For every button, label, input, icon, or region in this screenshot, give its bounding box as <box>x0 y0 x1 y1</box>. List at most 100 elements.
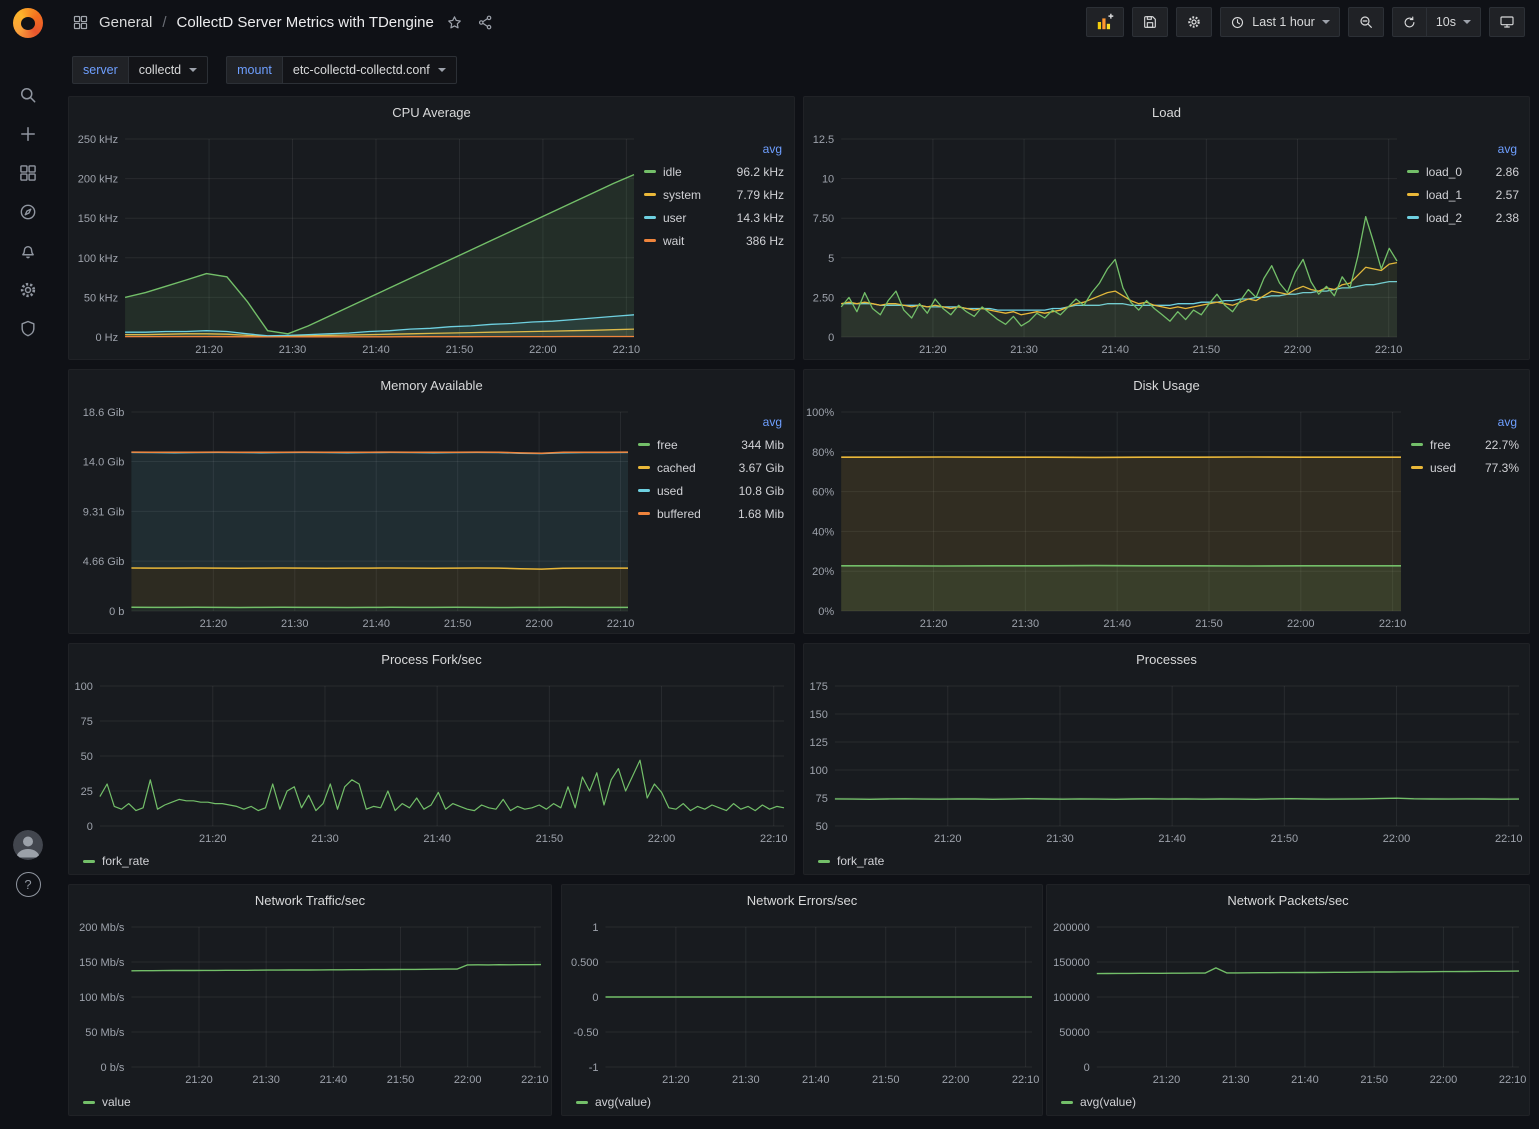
panel-process-fork-sec: Process Fork/sec21:2021:3021:4021:5022:0… <box>68 643 795 875</box>
variable-mount-dropdown[interactable]: etc-collectd-collectd.conf <box>282 56 457 84</box>
time-series-chart[interactable]: 21:2021:3021:4021:5022:0022:105075100125… <box>804 676 1529 848</box>
add-panel-button[interactable] <box>1086 7 1124 37</box>
share-dashboard-button[interactable] <box>475 12 496 33</box>
time-series-chart[interactable]: 21:2021:3021:4021:5022:0022:10-1-0.5000.… <box>562 917 1042 1089</box>
legend-series-name[interactable]: value <box>102 1095 131 1109</box>
panel-body: 21:2021:3021:4021:5022:0022:100500001000… <box>1047 917 1529 1115</box>
legend-series-name[interactable]: used <box>657 484 683 498</box>
legend-series-name[interactable]: system <box>663 188 701 202</box>
legend-series-name[interactable]: avg(value) <box>1080 1095 1136 1109</box>
panel-title[interactable]: Load <box>804 97 1529 129</box>
panel-title[interactable]: Network Errors/sec <box>562 885 1042 917</box>
time-series-chart[interactable]: 21:2021:3021:4021:5022:0022:100255075100 <box>69 676 794 848</box>
svg-text:21:20: 21:20 <box>662 1074 690 1086</box>
sidebar-search-button[interactable] <box>18 85 38 105</box>
time-series-chart[interactable]: 21:2021:3021:4021:5022:0022:100 b/s50 Mb… <box>69 917 551 1089</box>
save-dashboard-button[interactable] <box>1132 7 1168 37</box>
svg-text:22:10: 22:10 <box>613 344 641 356</box>
time-series-chart[interactable]: 21:2021:3021:4021:5022:0022:100 Hz50 kHz… <box>69 129 644 359</box>
variable-server: server collectd <box>72 56 208 84</box>
panel-body: 21:2021:3021:4021:5022:0022:1002.5057.50… <box>804 129 1529 359</box>
breadcrumb-section[interactable]: General <box>99 14 152 31</box>
legend-series-name[interactable]: load_0 <box>1426 165 1462 179</box>
panel-title[interactable]: Disk Usage <box>804 370 1529 402</box>
legend-series-name[interactable]: used <box>1430 461 1456 475</box>
refresh-button[interactable] <box>1392 7 1427 37</box>
time-range-picker[interactable]: Last 1 hour <box>1220 7 1340 37</box>
panel-title[interactable]: Processes <box>804 644 1529 676</box>
panel-title[interactable]: Network Traffic/sec <box>69 885 551 917</box>
cycle-view-button[interactable] <box>1489 7 1525 37</box>
time-series-chart[interactable]: 21:2021:3021:4021:5022:0022:100500001000… <box>1047 917 1529 1089</box>
svg-text:22:10: 22:10 <box>1012 1074 1040 1086</box>
legend-series-name[interactable]: cached <box>657 461 696 475</box>
time-series-chart[interactable]: 21:2021:3021:4021:5022:0022:100 b4.66 Gi… <box>69 402 638 633</box>
svg-text:22:10: 22:10 <box>760 833 788 845</box>
legend-series-name[interactable]: avg(value) <box>595 1095 651 1109</box>
panel-cpu-average: CPU Average21:2021:3021:4021:5022:0022:1… <box>68 96 795 360</box>
search-icon <box>18 85 38 105</box>
svg-text:0 b: 0 b <box>109 606 124 618</box>
legend-series-name[interactable]: buffered <box>657 507 701 521</box>
sidebar-configuration-button[interactable] <box>18 280 38 300</box>
sidebar-explore-button[interactable] <box>18 202 38 222</box>
legend-series-value: 2.57 <box>1484 188 1519 202</box>
legend-series-name[interactable]: load_1 <box>1426 188 1462 202</box>
zoom-out-button[interactable] <box>1348 7 1384 37</box>
series-color-dash-icon <box>576 1101 588 1104</box>
legend-series-name[interactable]: free <box>657 438 678 452</box>
legend-series-name[interactable]: idle <box>663 165 682 179</box>
sidebar-alerting-button[interactable] <box>18 241 38 261</box>
sidebar-dashboards-button[interactable] <box>18 163 38 183</box>
svg-text:21:30: 21:30 <box>1222 1074 1250 1086</box>
svg-text:21:30: 21:30 <box>1012 618 1040 630</box>
series-color-dash-icon <box>644 193 656 196</box>
svg-text:100 kHz: 100 kHz <box>78 253 118 265</box>
legend-item: load_22.38 <box>1407 206 1519 229</box>
svg-text:21:50: 21:50 <box>1271 833 1299 845</box>
panel-title[interactable]: Process Fork/sec <box>69 644 794 676</box>
svg-text:22:10: 22:10 <box>1379 618 1407 630</box>
sidebar-admin-button[interactable] <box>18 319 38 339</box>
svg-text:22:10: 22:10 <box>1495 833 1523 845</box>
svg-text:12.5: 12.5 <box>813 134 834 146</box>
series-color-dash-icon <box>1407 170 1419 173</box>
legend-series-name[interactable]: user <box>663 211 686 225</box>
help-button[interactable]: ? <box>16 872 41 897</box>
sidebar-create-button[interactable] <box>18 124 38 144</box>
panel-body: 21:2021:3021:4021:5022:0022:100 Hz50 kHz… <box>69 129 794 359</box>
svg-text:22:00: 22:00 <box>942 1074 970 1086</box>
variable-server-dropdown[interactable]: collectd <box>128 56 208 84</box>
svg-text:21:50: 21:50 <box>444 618 472 630</box>
panel-title[interactable]: Memory Available <box>69 370 794 402</box>
legend-item: value <box>83 1091 131 1114</box>
svg-text:21:40: 21:40 <box>1291 1074 1319 1086</box>
sidebar: ? <box>0 0 56 1129</box>
legend-series-name[interactable]: fork_rate <box>102 854 149 868</box>
svg-text:21:30: 21:30 <box>279 344 307 356</box>
user-avatar[interactable] <box>13 830 43 860</box>
time-series-chart[interactable]: 21:2021:3021:4021:5022:0022:1002.5057.50… <box>804 129 1407 359</box>
legend-series-name[interactable]: wait <box>663 234 684 248</box>
panel-title[interactable]: Network Packets/sec <box>1047 885 1529 917</box>
svg-text:75: 75 <box>816 793 828 805</box>
refresh-interval-dropdown[interactable]: 10s <box>1427 7 1481 37</box>
variable-server-value: collectd <box>139 63 181 77</box>
time-series-chart[interactable]: 21:2021:3021:4021:5022:0022:100%20%40%60… <box>804 402 1411 633</box>
legend-series-name[interactable]: free <box>1430 438 1451 452</box>
avatar-icon <box>13 830 43 860</box>
dashboard-settings-button[interactable] <box>1176 7 1212 37</box>
panel-title[interactable]: CPU Average <box>69 97 794 129</box>
svg-text:50: 50 <box>81 751 93 763</box>
svg-text:75: 75 <box>81 716 93 728</box>
bell-icon <box>18 241 38 261</box>
legend-series-name[interactable]: fork_rate <box>837 854 884 868</box>
legend-series-name[interactable]: load_2 <box>1426 211 1462 225</box>
star-dashboard-button[interactable] <box>444 12 465 33</box>
series-color-dash-icon <box>83 1101 95 1104</box>
svg-text:21:50: 21:50 <box>872 1074 900 1086</box>
svg-text:21:20: 21:20 <box>200 618 228 630</box>
grafana-logo[interactable] <box>13 8 43 38</box>
zoom-out-icon <box>1358 14 1374 30</box>
svg-text:14.0 Gib: 14.0 Gib <box>83 457 125 469</box>
